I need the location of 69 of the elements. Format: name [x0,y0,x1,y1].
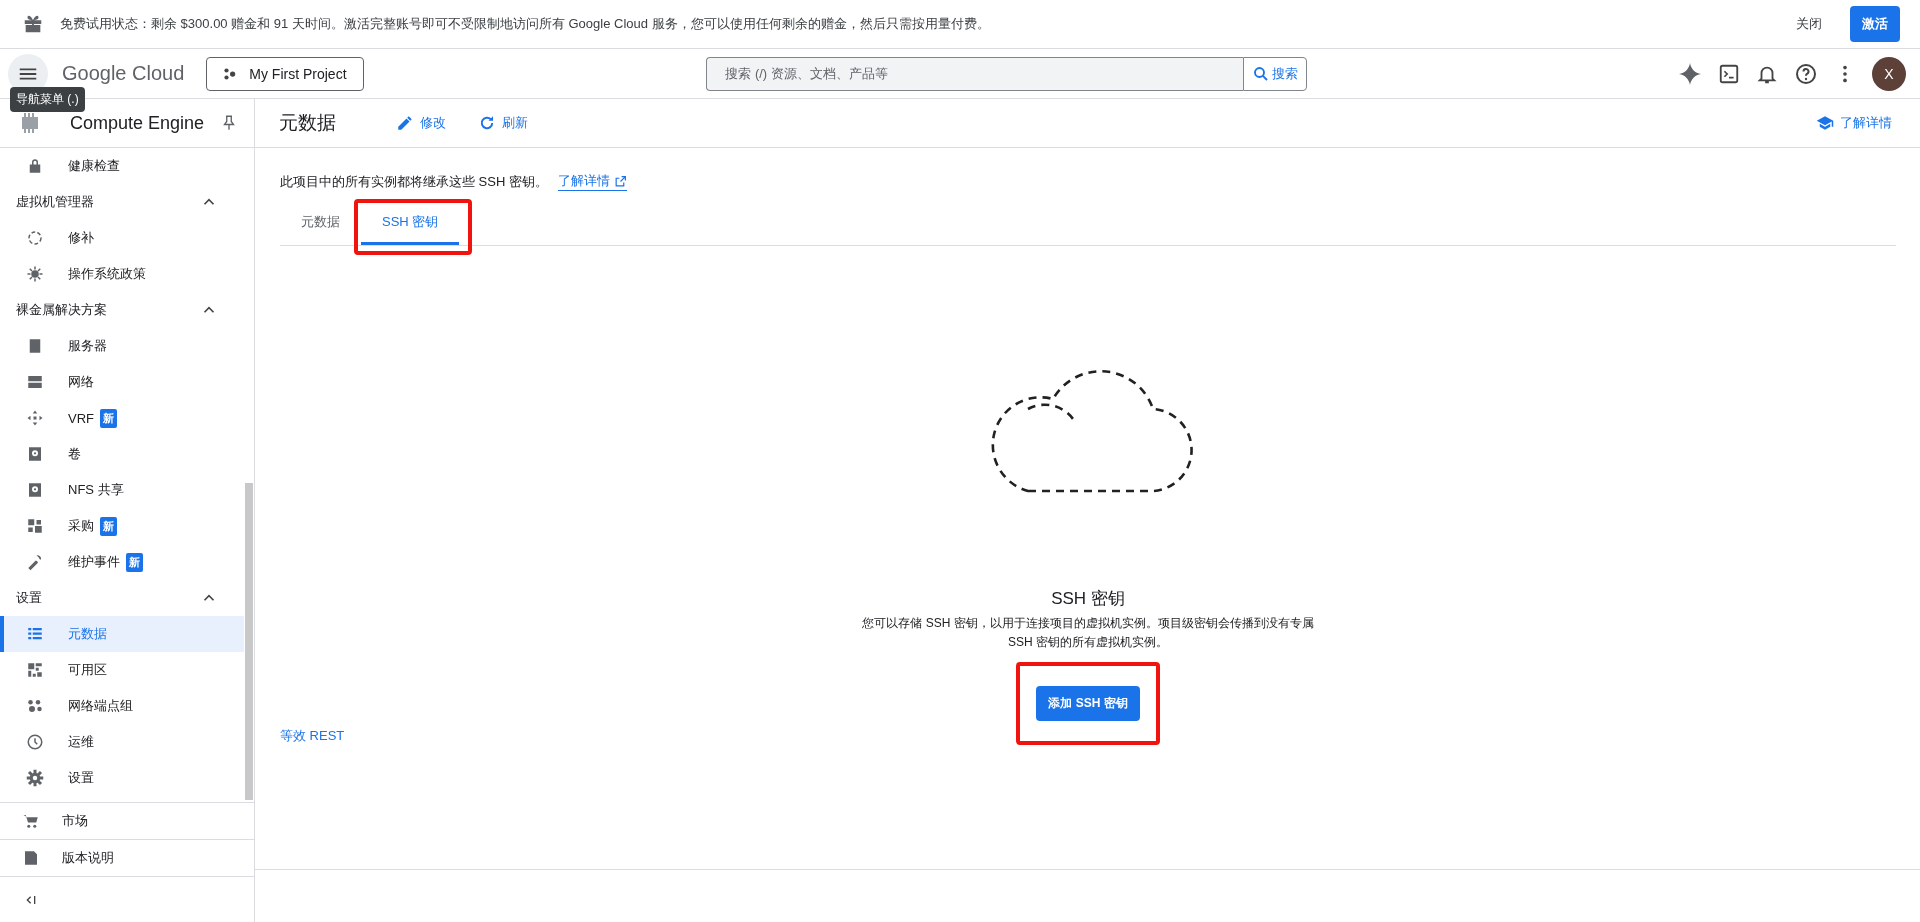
nav-item[interactable]: 元数据 [0,616,244,652]
refresh-icon [478,114,496,132]
nav-item[interactable]: 运维 [0,724,244,760]
banner-text: 免费试用状态：剩余 $300.00 赠金和 91 天时间。激活完整账号即可不受限制地访问所有 Google Cloud 服务，您可以使用任何剩余的赠金，然后只需按用量付费。 [60,15,991,33]
section-header[interactable]: 裸金属解决方案 [0,292,244,328]
nav-item[interactable]: 设置 [0,760,244,796]
search-field[interactable]: 搜索 (/) 资源、文档、产品等 [706,56,1244,91]
clock-icon [26,733,44,751]
empty-description: 您可以存储 SSH 密钥，以用于连接项目的虚拟机实例。项目级密钥会传播到没有专属 SSH 密钥的所有虚拟机实例。 [861,615,1315,651]
nav-item[interactable]: 操作系统政策 [0,256,244,292]
project-picker[interactable]: My First Project [206,56,364,91]
nav-item[interactable]: 网络 [0,364,244,400]
tab[interactable]: 元数据 [280,203,361,245]
sun-icon [26,265,44,283]
gift-icon [22,13,44,35]
page-title: 元数据 [279,111,336,135]
document-icon [22,849,40,867]
dots-icon [223,66,238,81]
help-icon[interactable] [1794,61,1818,86]
section-label: 裸金属解决方案 [16,301,107,319]
empty-title: SSH 密钥 [1051,588,1125,610]
dismiss-button[interactable]: 关闭 [1784,7,1834,41]
nav-item[interactable]: 市场 [0,802,254,839]
scrollbar[interactable] [245,483,253,800]
section-label: 设置 [16,589,42,607]
dashed-circle-icon [26,229,44,247]
search-button[interactable]: 搜索 [1243,56,1308,91]
network-icon [26,373,44,391]
wrench-icon [26,553,44,571]
grid-icon [26,661,44,679]
cart-icon [22,812,40,830]
product-title: Compute Engine [70,112,206,134]
new-badge: 新 [100,516,117,536]
section-label: 虚拟机管理器 [16,193,94,211]
external-link-icon [613,174,627,188]
section-header[interactable]: 设置 [0,580,244,616]
avatar[interactable]: X [1872,56,1906,91]
settings-icon [26,769,44,787]
nav-item[interactable]: 采购 新 [0,508,244,544]
nav-item[interactable]: 可用区 [0,652,244,688]
arrows-icon [26,409,44,427]
nav-item[interactable]: 版本说明 [0,839,254,876]
tab[interactable]: SSH 密钥 [361,203,460,245]
add-ssh-key-button[interactable]: 添加 SSH 密钥 [1036,686,1140,721]
nav-item[interactable]: NFS 共享 [0,472,244,508]
pencil-icon [396,114,414,132]
nav-item[interactable]: 网络端点组 [0,688,244,724]
nav-item[interactable]: 维护事件 新 [0,544,244,580]
new-badge: 新 [126,552,143,572]
nav-item[interactable]: 修补 [0,220,244,256]
intro-text: 此项目中的所有实例都将继承这些 SSH 密钥。 [280,172,548,191]
learn-more-link[interactable]: 了解详情 [557,172,627,191]
learn-more-link[interactable]: 了解详情 [1812,110,1896,136]
nav-item[interactable]: 健康检查 [0,148,244,184]
nav-item[interactable]: VRF 新 [0,400,244,436]
terminal-icon[interactable] [1718,62,1740,85]
tooltip: 导航菜单 (.) [10,87,85,112]
activate-button[interactable]: 激活 [1850,6,1900,42]
equivalent-rest-link[interactable]: 等效 REST [280,727,345,745]
graduation-cap-icon [1816,114,1834,132]
dots-icon [26,697,44,715]
new-badge: 新 [100,408,117,428]
edit-button[interactable]: 修改 [392,110,450,136]
refresh-button[interactable]: 刷新 [474,110,532,136]
section-header[interactable]: 虚拟机管理器 [0,184,244,220]
nav-item[interactable]: 服务器 [0,328,244,364]
logo[interactable]: Google Cloud [62,62,185,85]
nav-item[interactable]: 卷 [0,436,244,472]
blocks-icon [26,517,44,535]
